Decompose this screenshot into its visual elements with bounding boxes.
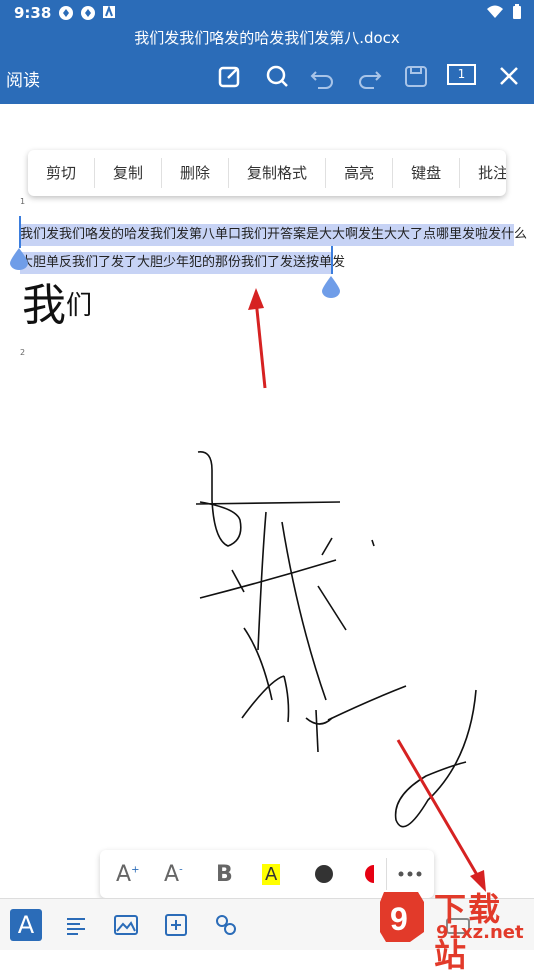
font-grow-button[interactable]: A+ (116, 862, 139, 887)
highlight-button[interactable]: A (262, 864, 281, 885)
svg-text:9: 9 (390, 901, 408, 937)
font-shrink-button[interactable]: A- (164, 862, 183, 887)
handwriting-strokes (195, 451, 477, 828)
text-format-tab[interactable]: A (10, 909, 42, 941)
watermark-logo: 9 下载站 91xz.net (378, 884, 528, 974)
logo-mark: 9 (380, 892, 424, 942)
paragraph-icon[interactable] (62, 911, 90, 939)
bold-button[interactable]: B (216, 862, 233, 887)
watermark-site: 91xz.net (436, 922, 524, 943)
more-icon[interactable] (398, 870, 422, 878)
color-red-button[interactable] (364, 864, 384, 884)
insert-icon[interactable] (162, 911, 190, 939)
ink-layer (195, 288, 486, 892)
link-icon[interactable] (212, 911, 240, 939)
image-icon[interactable] (112, 911, 140, 939)
color-black-button[interactable] (314, 864, 334, 884)
red-arrows (248, 288, 486, 892)
